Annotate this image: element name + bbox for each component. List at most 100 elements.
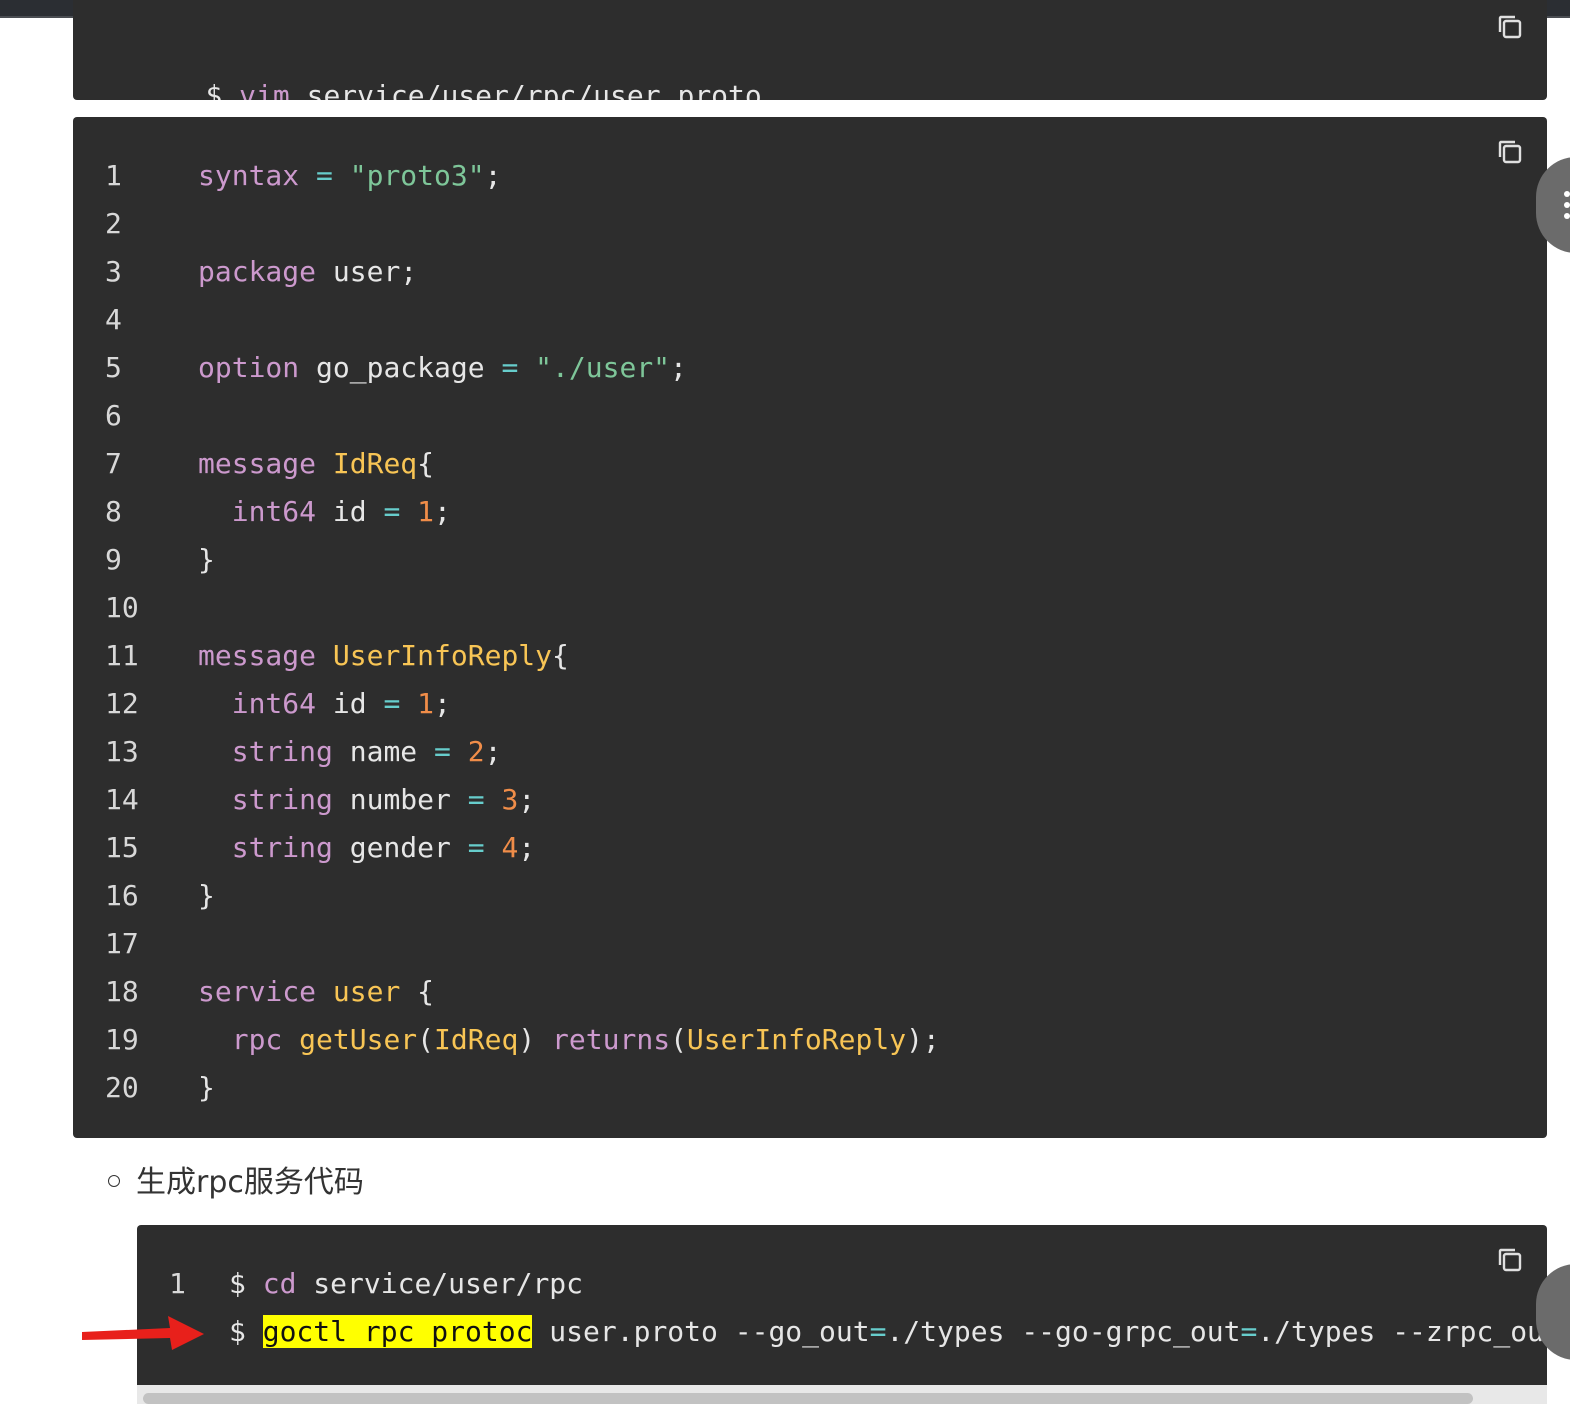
bullet-marker xyxy=(108,1175,120,1187)
code-line: 9} xyxy=(73,536,1547,584)
code-text: user.proto --go_out xyxy=(532,1315,870,1348)
string-token: "./user" xyxy=(535,351,671,384)
code-content: } xyxy=(198,872,215,920)
line-number: 17 xyxy=(105,927,139,960)
line-number: 1 xyxy=(169,1267,186,1300)
horizontal-scrollbar[interactable] xyxy=(137,1385,1547,1404)
code-content: message IdReq{ xyxy=(198,440,434,488)
operator-token: = xyxy=(467,831,485,864)
code-text: ; xyxy=(518,783,536,816)
command-args: service/user/rpc/user.proto xyxy=(289,79,762,100)
code-text: service/user/rpc xyxy=(296,1267,584,1300)
code-content: int64 id = 1; xyxy=(198,488,451,536)
code-line: 2 xyxy=(73,200,1547,248)
code-line: 4 xyxy=(73,296,1547,344)
code-text: gender xyxy=(332,831,468,864)
keyword-token: option xyxy=(198,351,300,384)
keyword-token: string xyxy=(231,735,333,768)
line-number: 13 xyxy=(105,735,139,768)
code-line: 17 xyxy=(73,920,1547,968)
code-text: } xyxy=(198,543,215,576)
code-content: string gender = 4; xyxy=(198,824,535,872)
code-line: 16} xyxy=(73,872,1547,920)
line-number: 9 xyxy=(105,543,122,576)
string-token: "proto3" xyxy=(349,159,485,192)
copy-icon[interactable] xyxy=(1497,14,1523,40)
prompt: $ xyxy=(205,79,240,100)
keyword-token: string xyxy=(231,831,333,864)
code-text: ( xyxy=(670,1023,687,1056)
code-text: } xyxy=(198,879,215,912)
keyword-token: returns xyxy=(552,1023,671,1056)
code-line: 14 string number = 3; xyxy=(73,776,1547,824)
code-content: } xyxy=(198,536,215,584)
list-item-text: 生成rpc服务代码 xyxy=(136,1165,364,1200)
code-text: number xyxy=(332,783,468,816)
code-line: 18 service user { xyxy=(73,968,1547,1016)
code-line: 3 package user; xyxy=(73,248,1547,296)
code-text: user; xyxy=(316,255,418,288)
operator-token: = xyxy=(383,687,401,720)
code-text: $ xyxy=(229,1315,263,1348)
code-text: ./types --zrpc_out xyxy=(1257,1315,1547,1348)
generate-code-block: 1 $ cd service/user/rpc $ goctl rpc protoc… xyxy=(137,1225,1547,1385)
code-content: $ cd service/user/rpc xyxy=(229,1260,583,1308)
code-text: ; xyxy=(518,831,536,864)
code-text: name xyxy=(332,735,435,768)
line-number: 15 xyxy=(105,831,139,864)
code-content: option go_package = "./user"; xyxy=(198,344,687,392)
code-text: ; xyxy=(484,735,502,768)
code-content: $ goctl rpc protoc user.proto --go_out=.… xyxy=(229,1308,1547,1356)
scrollbar-thumb[interactable] xyxy=(143,1393,1473,1404)
code-text: go_package xyxy=(299,351,502,384)
operator-token: = xyxy=(434,735,451,768)
code-content: syntax = "proto3"; xyxy=(198,152,501,200)
code-line: 19 rpc getUser(IdReq) returns(UserInfoRe… xyxy=(73,1016,1547,1064)
line-number: 19 xyxy=(105,1023,139,1056)
type-token: IdReq xyxy=(434,1023,519,1056)
proto-code-block: 1 syntax = "proto3"; 2 3 package user; 4 5 opti… xyxy=(73,117,1547,1138)
code-line: 1 $ cd service/user/rpc xyxy=(137,1260,1547,1308)
keyword-token: cd xyxy=(262,1267,297,1300)
code-line: 11 message UserInfoReply{ xyxy=(73,632,1547,680)
type-token: UserInfoReply xyxy=(332,639,553,672)
line-number: 2 xyxy=(105,207,122,240)
line-number: 8 xyxy=(105,495,122,528)
keyword-token: int64 xyxy=(231,495,317,528)
keyword-token: int64 xyxy=(231,687,317,720)
keyword-token: string xyxy=(231,783,333,816)
type-token: IdReq xyxy=(332,447,418,480)
keyword-token: syntax xyxy=(198,159,300,192)
keyword-token: message xyxy=(198,447,317,480)
line-number: 5 xyxy=(105,351,122,384)
code-text: ; xyxy=(434,495,451,528)
operator-token: = xyxy=(869,1315,887,1348)
red-arrow-annotation xyxy=(82,1316,204,1350)
command-code-block: $ vim service/user/rpc/user.proto xyxy=(73,0,1547,100)
command-name: vim xyxy=(239,79,290,100)
type-token: UserInfoReply xyxy=(686,1023,907,1056)
code-line: 10 xyxy=(73,584,1547,632)
keyword-token: package xyxy=(198,255,317,288)
code-content: string number = 3; xyxy=(198,776,535,824)
line-number: 18 xyxy=(105,975,139,1008)
code-text: { xyxy=(400,975,435,1008)
number-token: 4 xyxy=(501,831,519,864)
operator-token: = xyxy=(383,495,401,528)
number-token: 3 xyxy=(501,783,519,816)
list-item: 生成rpc服务代码 xyxy=(108,1160,364,1206)
code-text: { xyxy=(552,639,569,672)
